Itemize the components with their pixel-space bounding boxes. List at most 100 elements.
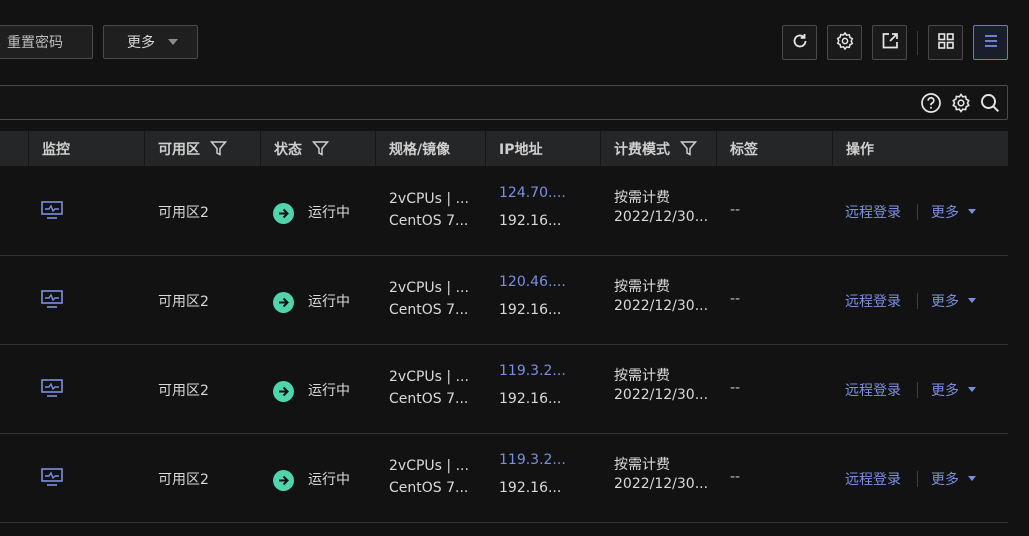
export-button[interactable] bbox=[872, 25, 907, 60]
action-divider bbox=[917, 293, 918, 309]
monitor-icon[interactable] bbox=[40, 200, 64, 220]
column-header-label: 操作 bbox=[846, 141, 874, 158]
settings-icon bbox=[835, 31, 855, 55]
remote-login-link[interactable]: 远程登录 bbox=[845, 202, 901, 222]
column-header-spec: 规格/镜像 bbox=[376, 131, 486, 166]
help-icon[interactable] bbox=[920, 92, 942, 114]
column-header-actions: 操作 bbox=[833, 131, 1008, 166]
public-ip-link[interactable]: 119.3.2... bbox=[499, 363, 566, 379]
column-header-status: 状态 bbox=[261, 131, 376, 166]
list-view-button[interactable] bbox=[973, 25, 1008, 60]
image-cell: CentOS 7... bbox=[389, 480, 469, 496]
more-actions-label: 更多 bbox=[127, 35, 155, 51]
private-ip-cell: 192.16... bbox=[499, 480, 562, 496]
reset-password-label: 重置密码 bbox=[7, 35, 63, 51]
reset-password-button[interactable]: 重置密码 bbox=[0, 25, 93, 59]
running-status-icon bbox=[273, 381, 294, 402]
chevron-down-icon bbox=[968, 209, 976, 214]
column-header-ip: IP地址 bbox=[486, 131, 601, 166]
image-cell: CentOS 7... bbox=[389, 391, 469, 407]
zone-cell: 可用区2 bbox=[158, 294, 209, 310]
column-header-select bbox=[0, 131, 29, 166]
monitor-icon[interactable] bbox=[40, 378, 64, 398]
table-row: 可用区2 运行中 2vCPUs | ... CentOS 7... 119.3.… bbox=[0, 345, 1008, 434]
status-cell: 运行中 bbox=[308, 383, 350, 399]
column-header-label: 标签 bbox=[730, 141, 758, 158]
column-header-zone: 可用区 bbox=[145, 131, 261, 166]
refresh-icon bbox=[790, 31, 810, 55]
image-cell: CentOS 7... bbox=[389, 213, 469, 229]
chevron-down-icon bbox=[968, 298, 976, 303]
action-divider bbox=[917, 471, 918, 487]
tags-cell: -- bbox=[730, 380, 741, 396]
public-ip-link[interactable]: 119.3.2... bbox=[499, 452, 566, 468]
table-header: 监控 可用区 状态 规格/镜像 IP地址 计费模式 标签 操作 bbox=[0, 131, 1008, 166]
tags-cell: -- bbox=[730, 469, 741, 485]
row-more-dropdown[interactable]: 更多 bbox=[931, 291, 959, 311]
status-cell: 运行中 bbox=[308, 205, 350, 221]
billing-date-cell: 2022/12/30... bbox=[614, 476, 709, 492]
row-more-dropdown[interactable]: 更多 bbox=[931, 469, 959, 489]
table-row: 可用区2 运行中 2vCPUs | ... CentOS 7... 119.3.… bbox=[0, 434, 1008, 523]
spec-cell: 2vCPUs | ... bbox=[389, 369, 469, 385]
running-status-icon bbox=[273, 470, 294, 491]
spec-cell: 2vCPUs | ... bbox=[389, 191, 469, 207]
private-ip-cell: 192.16... bbox=[499, 213, 562, 229]
table-row: 可用区2 运行中 2vCPUs | ... CentOS 7... 124.70… bbox=[0, 167, 1008, 256]
more-actions-dropdown[interactable]: 更多 bbox=[103, 25, 198, 59]
status-cell: 运行中 bbox=[308, 472, 350, 488]
column-header-label: 计费模式 bbox=[614, 141, 670, 158]
remote-login-link[interactable]: 远程登录 bbox=[845, 291, 901, 311]
toolbar-divider bbox=[917, 31, 918, 55]
private-ip-cell: 192.16... bbox=[499, 391, 562, 407]
column-header-label: 监控 bbox=[42, 141, 70, 158]
column-header-monitor: 监控 bbox=[29, 131, 145, 166]
billing-mode-cell: 按需计费 bbox=[614, 457, 670, 473]
running-status-icon bbox=[273, 203, 294, 224]
public-ip-link[interactable]: 120.46.... bbox=[499, 274, 566, 290]
chevron-down-icon bbox=[968, 476, 976, 481]
spec-cell: 2vCPUs | ... bbox=[389, 458, 469, 474]
column-header-label: 状态 bbox=[274, 141, 302, 158]
table-row: 可用区2 运行中 2vCPUs | ... CentOS 7... 120.46… bbox=[0, 256, 1008, 345]
column-header-label: 规格/镜像 bbox=[389, 141, 451, 158]
private-ip-cell: 192.16... bbox=[499, 302, 562, 318]
filter-icon[interactable] bbox=[209, 140, 228, 157]
chevron-down-icon bbox=[968, 387, 976, 392]
ecs-instance-list: 重置密码 更多 监控 可用区 状态 规格/镜像 IP地址 计费模式 标签 操作 … bbox=[0, 0, 1029, 536]
column-header-tags: 标签 bbox=[717, 131, 833, 166]
billing-mode-cell: 按需计费 bbox=[614, 279, 670, 295]
filter-icon[interactable] bbox=[679, 140, 698, 157]
list-view-icon bbox=[981, 31, 1001, 55]
billing-mode-cell: 按需计费 bbox=[614, 190, 670, 206]
refresh-button[interactable] bbox=[782, 25, 817, 60]
row-more-dropdown[interactable]: 更多 bbox=[931, 380, 959, 400]
chevron-down-icon bbox=[168, 39, 178, 45]
column-header-label: 可用区 bbox=[158, 141, 200, 158]
row-more-dropdown[interactable]: 更多 bbox=[931, 202, 959, 222]
column-header-billing: 计费模式 bbox=[601, 131, 717, 166]
tags-cell: -- bbox=[730, 202, 741, 218]
column-header-label: IP地址 bbox=[499, 141, 543, 158]
export-icon bbox=[880, 31, 900, 55]
action-divider bbox=[917, 204, 918, 220]
filter-icon[interactable] bbox=[311, 140, 330, 157]
remote-login-link[interactable]: 远程登录 bbox=[845, 380, 901, 400]
search-settings-icon[interactable] bbox=[950, 92, 972, 114]
grid-view-button[interactable] bbox=[928, 25, 963, 60]
monitor-icon[interactable] bbox=[40, 289, 64, 309]
search-input[interactable] bbox=[0, 85, 1008, 120]
billing-date-cell: 2022/12/30... bbox=[614, 298, 709, 314]
settings-button[interactable] bbox=[827, 25, 862, 60]
grid-view-icon bbox=[936, 31, 956, 55]
remote-login-link[interactable]: 远程登录 bbox=[845, 469, 901, 489]
tags-cell: -- bbox=[730, 291, 741, 307]
status-cell: 运行中 bbox=[308, 294, 350, 310]
zone-cell: 可用区2 bbox=[158, 472, 209, 488]
billing-date-cell: 2022/12/30... bbox=[614, 209, 709, 225]
zone-cell: 可用区2 bbox=[158, 383, 209, 399]
public-ip-link[interactable]: 124.70.... bbox=[499, 185, 566, 201]
search-icon[interactable] bbox=[979, 92, 1001, 114]
billing-mode-cell: 按需计费 bbox=[614, 368, 670, 384]
monitor-icon[interactable] bbox=[40, 467, 64, 487]
